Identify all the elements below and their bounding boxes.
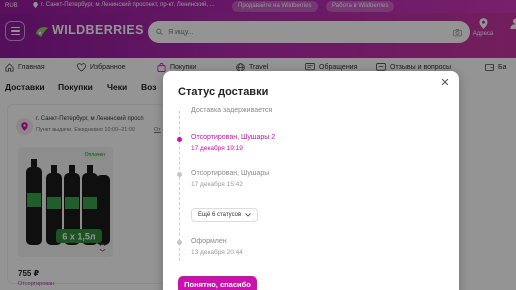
show-more-statuses-button[interactable]: Ещё 6 статусов: [191, 208, 259, 222]
modal-backdrop-top: [0, 0, 516, 58]
chevron-down-icon: [245, 213, 251, 217]
status-event: Оформлен 13 декабря 20:44: [191, 238, 243, 256]
status-event: Отсортирован, Шушары 17 декабря 15:42: [191, 170, 269, 188]
delay-note-text: Доставка задерживается: [191, 107, 273, 114]
delivery-status-modal: Статус доставки ✕ Доставка задерживается…: [163, 71, 459, 290]
delay-note: Доставка задерживается: [191, 107, 272, 114]
status-event-date: 13 декабря 20:44: [191, 249, 243, 256]
status-event-title: Отсортирован, Шушары 2: [191, 134, 276, 141]
show-more-label: Ещё 6 статусов: [198, 212, 242, 218]
close-icon[interactable]: ✕: [439, 77, 451, 89]
ok-button[interactable]: Понятно, спасибо: [178, 276, 257, 290]
status-event-title: Оформлен: [191, 238, 227, 245]
status-event-date: 17 декабря 19:19: [191, 145, 243, 152]
timeline-dot-active: [177, 137, 182, 142]
status-event: Отсортирован, Шушары 2 17 декабря 19:19: [191, 134, 275, 152]
modal-title: Статус доставки: [178, 86, 269, 98]
status-event-date: 17 декабря 15:42: [191, 181, 243, 188]
status-timeline: [179, 111, 180, 261]
timeline-dot: [177, 172, 182, 177]
status-event-title: Отсортирован, Шушары: [191, 170, 270, 177]
timeline-dot: [177, 240, 182, 245]
